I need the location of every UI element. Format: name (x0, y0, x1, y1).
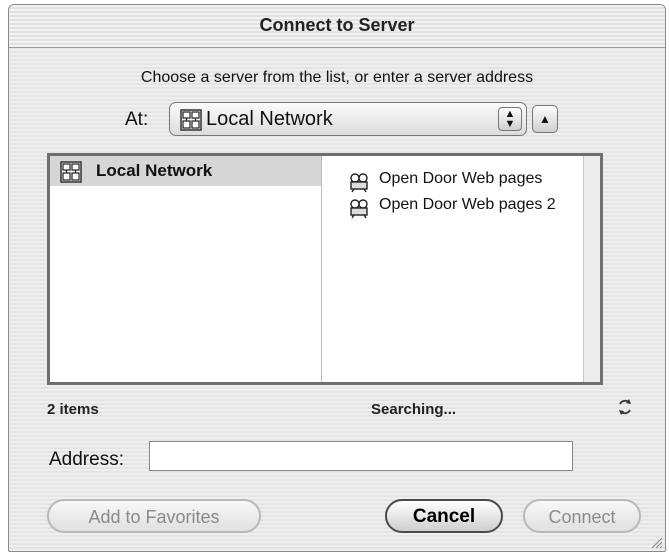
instruction-text: Choose a server from the list, or enter … (140, 69, 534, 86)
address-field[interactable] (149, 441, 573, 471)
column-item-local-network[interactable]: Local Network (50, 156, 321, 186)
window-title: Connect to Server (259, 15, 415, 35)
cancel-button[interactable]: Cancel (385, 499, 503, 533)
network-icon (180, 109, 202, 131)
up-folder-button[interactable]: ▲ (532, 105, 558, 133)
resize-grip-icon[interactable] (649, 535, 663, 549)
refresh-icon[interactable] (616, 398, 634, 416)
column-item-label: Local Network (96, 161, 213, 180)
up-arrow-icon: ▲ (539, 112, 551, 126)
browser-column-left[interactable]: Local Network (50, 156, 322, 382)
address-label: Address: (49, 449, 124, 470)
connect-to-server-dialog: Connect to Server Choose a server from t… (8, 4, 666, 552)
server-name: Open Door Web pages (379, 170, 543, 187)
at-label: At: (125, 109, 149, 130)
server-name: Open Door Web pages 2 (379, 196, 556, 213)
browser-column-right[interactable]: Open Door Web pages Open Door Web pages … (322, 156, 600, 382)
title-bar[interactable]: Connect to Server (9, 5, 665, 48)
add-to-favorites-button[interactable]: Add to Favorites (47, 499, 261, 533)
server-icon (350, 199, 368, 219)
server-browser[interactable]: Local Network Open Door Web pages Open D… (47, 153, 603, 385)
column-resize-strip[interactable] (583, 156, 600, 382)
location-popup-value: Local Network (206, 108, 333, 130)
popup-arrows-icon: ▲ ▼ (498, 107, 522, 131)
server-icon (350, 173, 368, 193)
connect-button[interactable]: Connect (523, 499, 641, 533)
location-popup[interactable]: Local Network ▲ ▼ (169, 102, 527, 136)
search-status: Searching... (371, 401, 457, 418)
network-icon (60, 161, 82, 183)
item-count: 2 items (47, 401, 99, 418)
